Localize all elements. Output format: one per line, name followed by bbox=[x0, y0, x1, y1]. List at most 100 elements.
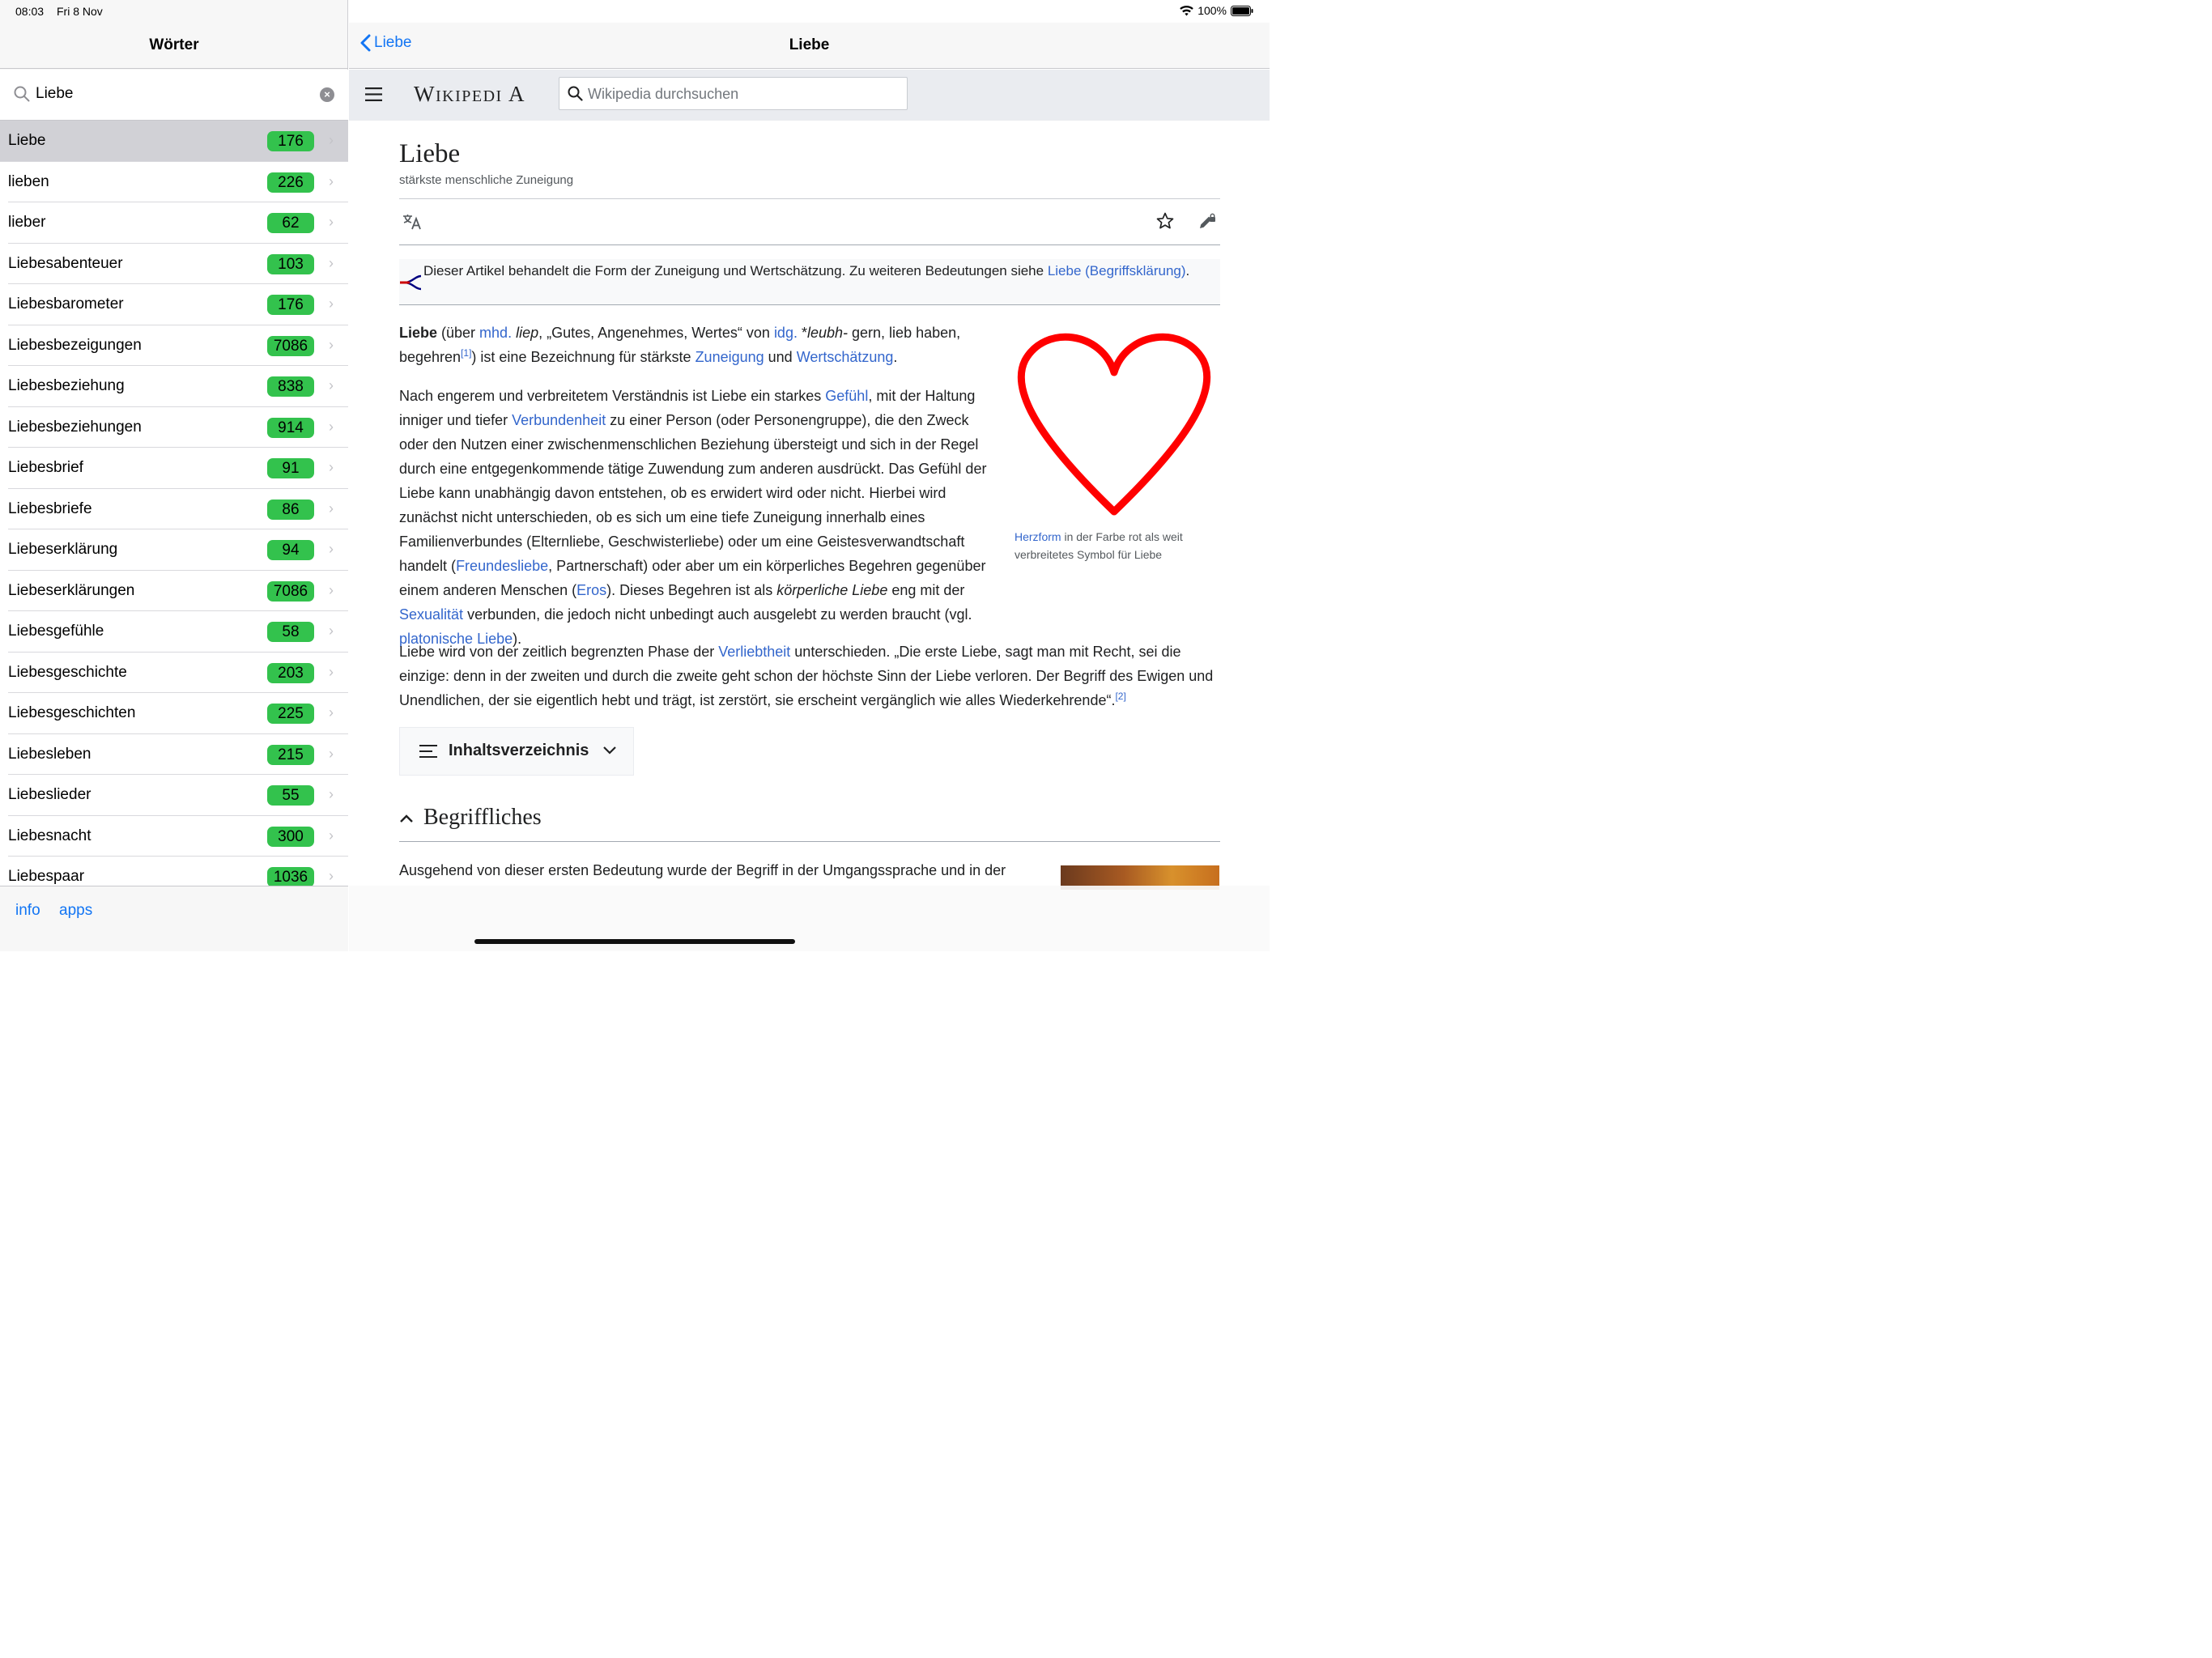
lead-term: Liebe bbox=[399, 325, 438, 341]
home-indicator[interactable] bbox=[474, 939, 795, 944]
app-root: 08:03 Fri 8 Nov 100% Wörter Liebe × Lieb… bbox=[0, 0, 1270, 951]
word-list-item[interactable]: Liebeserklärungen 7086 › bbox=[8, 571, 348, 611]
word-list-item[interactable]: Liebesgeschichten 225 › bbox=[8, 693, 348, 734]
link-sexualitaet[interactable]: Sexualität bbox=[399, 606, 463, 623]
link-eros[interactable]: Eros bbox=[576, 582, 606, 598]
hatnote-body: Dieser Artikel behandelt die Form der Zu… bbox=[423, 263, 1048, 278]
word-count-badge: 1036 bbox=[267, 867, 314, 886]
reference-2[interactable]: [2] bbox=[1115, 691, 1125, 702]
detail-title: Liebe bbox=[789, 36, 830, 53]
word-list-item[interactable]: Liebeserklärung 94 › bbox=[8, 529, 348, 571]
word-count-badge: 838 bbox=[267, 376, 314, 397]
article-content: Liebe stärkste menschliche Zuneigung Die… bbox=[399, 121, 1220, 890]
hatnote-end: . bbox=[1185, 263, 1190, 278]
table-of-contents-button[interactable]: Inhaltsverzeichnis bbox=[399, 727, 634, 776]
link-verliebtheit[interactable]: Verliebtheit bbox=[718, 644, 790, 660]
wikipedia-wordmark: W IKIPEDI A bbox=[414, 82, 525, 106]
wifi-icon bbox=[1180, 5, 1193, 16]
text: und bbox=[764, 349, 797, 365]
word-list-item[interactable]: Liebesgefühle 58 › bbox=[8, 611, 348, 653]
float-spacer bbox=[993, 384, 1220, 651]
word-search-input[interactable]: Liebe bbox=[36, 85, 74, 103]
chevron-right-icon: › bbox=[329, 254, 334, 271]
star-icon[interactable] bbox=[1156, 212, 1174, 230]
word-list-item[interactable]: Liebesbrief 91 › bbox=[8, 448, 348, 489]
edit-lock-icon[interactable] bbox=[1198, 212, 1216, 230]
svg-text:IKIPEDI: IKIPEDI bbox=[436, 87, 503, 105]
word-list-pane: Wörter Liebe × Liebe 176 › lieben 226 › lieber… bbox=[0, 0, 348, 951]
word-list-item[interactable]: Liebesgeschichte 203 › bbox=[8, 653, 348, 693]
word-label: lieben bbox=[8, 172, 49, 190]
word-count-badge: 914 bbox=[267, 417, 314, 438]
hatnote: Dieser Artikel behandelt die Form der Zu… bbox=[399, 259, 1220, 305]
link-freundesliebe[interactable]: Freundesliebe bbox=[456, 558, 548, 574]
chevron-right-icon: › bbox=[329, 868, 334, 884]
info-button[interactable]: info bbox=[15, 902, 40, 920]
chevron-right-icon: › bbox=[329, 623, 334, 639]
link-gefuehl[interactable]: Gefühl bbox=[825, 388, 868, 404]
word-list-item[interactable]: Liebesabenteuer 103 › bbox=[8, 244, 348, 284]
word-list-item[interactable]: Liebespaar 1036 › bbox=[8, 857, 348, 886]
link-zuneigung[interactable]: Zuneigung bbox=[696, 349, 764, 365]
word-label: Liebesbeziehung bbox=[8, 377, 125, 394]
article-tagline: stärkste menschliche Zuneigung bbox=[399, 173, 574, 187]
word-list-item[interactable]: Liebe 176 › bbox=[0, 121, 348, 162]
chevron-right-icon: › bbox=[329, 581, 334, 598]
search-icon bbox=[14, 86, 30, 102]
word-count-badge: 86 bbox=[267, 499, 314, 520]
wikipedia-search-placeholder: Wikipedia durchsuchen bbox=[588, 86, 739, 102]
wikipedia-search-input[interactable]: Wikipedia durchsuchen bbox=[559, 77, 908, 110]
hatnote-link[interactable]: Liebe (Begriffsklärung) bbox=[1048, 263, 1186, 278]
word-list-item[interactable]: Liebesbarometer 176 › bbox=[8, 284, 348, 325]
svg-text:W: W bbox=[414, 83, 435, 106]
article-title: Liebe bbox=[399, 139, 461, 168]
word-count-badge: 176 bbox=[267, 131, 314, 151]
word-count-badge: 215 bbox=[267, 744, 314, 765]
paragraph-verliebtheit: Liebe wird von der zeitlich begrenzten P… bbox=[399, 640, 1220, 712]
word-list-item[interactable]: lieben 226 › bbox=[8, 162, 348, 202]
reference-1[interactable]: [1] bbox=[461, 347, 471, 359]
word-label: Liebesbezeigungen bbox=[8, 336, 142, 354]
word-count-badge: 176 bbox=[267, 295, 314, 315]
paragraph-intro: Liebe (über mhd. liep, „Gutes, Angenehme… bbox=[399, 321, 994, 369]
word-list-item[interactable]: Liebesnacht 300 › bbox=[8, 816, 348, 857]
word-label: Liebe bbox=[8, 132, 46, 149]
word-list-item[interactable]: Liebesbezeigungen 7086 › bbox=[8, 325, 348, 366]
text: zu einer Person (oder Personengruppe), d… bbox=[399, 412, 987, 574]
link-idg[interactable]: idg. bbox=[774, 325, 798, 341]
word-list-item[interactable]: Liebesbeziehung 838 › bbox=[8, 366, 348, 407]
status-bar: 08:03 Fri 8 Nov 100% bbox=[0, 0, 1270, 23]
hatnote-text: Dieser Artikel behandelt die Form der Zu… bbox=[423, 260, 1193, 282]
section-title: Begriffliches bbox=[423, 805, 542, 830]
menu-icon[interactable] bbox=[365, 87, 382, 101]
text-italic: körperliche Liebe bbox=[776, 582, 888, 598]
word-list-item[interactable]: Liebesbeziehungen 914 › bbox=[8, 407, 348, 448]
section-header-begriffliches[interactable]: Begriffliches bbox=[399, 801, 1220, 842]
word-label: Liebesbarometer bbox=[8, 295, 124, 312]
word-label: Liebespaar bbox=[8, 868, 85, 885]
detail-pane: Liebe Liebe W IKIPEDI A Wikipedia durchsuc… bbox=[349, 0, 1270, 951]
word-count-badge: 225 bbox=[267, 704, 314, 724]
apps-button[interactable]: apps bbox=[59, 902, 92, 920]
paragraph-begriffliches: Ausgehend von dieser ersten Bedeutung wu… bbox=[399, 862, 1006, 878]
word-list-item[interactable]: Liebesleben 215 › bbox=[8, 734, 348, 775]
word-count-badge: 300 bbox=[267, 826, 314, 847]
word-list-item[interactable]: Liebeslieder 55 › bbox=[8, 775, 348, 816]
chevron-right-icon: › bbox=[329, 663, 334, 680]
link-mhd[interactable]: mhd. bbox=[479, 325, 512, 341]
language-icon[interactable] bbox=[402, 214, 422, 230]
text: * bbox=[797, 325, 807, 341]
wikipedia-logo[interactable]: W IKIPEDI A bbox=[414, 82, 527, 113]
chevron-down-icon bbox=[603, 746, 616, 755]
link-wertschaetzung[interactable]: Wertschätzung bbox=[797, 349, 894, 365]
clear-search-icon[interactable]: × bbox=[320, 87, 334, 102]
word-count-badge: 55 bbox=[267, 785, 314, 806]
battery-percent: 100% bbox=[1197, 4, 1227, 17]
word-label: Liebeserklärungen bbox=[8, 581, 135, 599]
word-search-bar[interactable]: Liebe × bbox=[0, 70, 348, 121]
word-list-item[interactable]: Liebesbriefe 86 › bbox=[8, 489, 348, 529]
word-list-item[interactable]: lieber 62 › bbox=[8, 202, 348, 244]
text: Liebe wird von der zeitlich begrenzten P… bbox=[399, 644, 719, 660]
word-label: Liebesabenteuer bbox=[8, 254, 123, 272]
link-verbundenheit[interactable]: Verbundenheit bbox=[512, 412, 606, 428]
